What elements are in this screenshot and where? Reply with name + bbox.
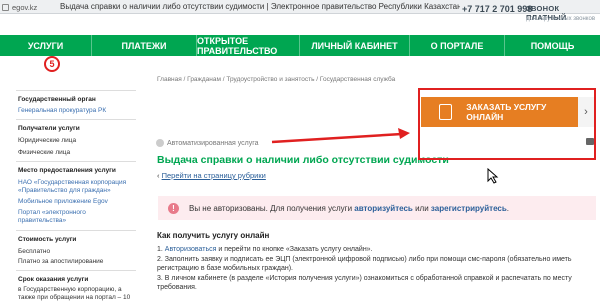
cost-paid: Платно за апостилирование: [18, 258, 104, 265]
site-header: [0, 14, 600, 35]
annotation-step-badge: 5: [44, 56, 60, 72]
place-mobile-app[interactable]: Мобильное приложение Egov: [18, 198, 133, 206]
phone-number: +7 717 2 701 998: [462, 4, 533, 14]
step-1: 1. Авторизоваться и перейти по кнопке «З…: [157, 246, 373, 253]
nav-about-portal[interactable]: О ПОРТАЛЕ: [410, 35, 505, 56]
recipient-individual: Физические лица: [18, 149, 71, 156]
term-text: в Государственную корпорацию, а также пр…: [18, 286, 131, 301]
breadcrumb[interactable]: Главная / Гражданам / Трудоустройство и …: [157, 76, 395, 83]
back-to-category[interactable]: ‹ Перейти на страницу рубрики: [157, 171, 266, 180]
chevron-right-icon: ›: [584, 106, 588, 118]
document-icon: [439, 104, 453, 120]
nav-payments[interactable]: ПЛАТЕЖИ: [92, 35, 197, 56]
step-2: 2. Заполнить заявку и подписать ее ЭЦП (…: [157, 256, 572, 272]
alert-text-part: Вы не авторизованы. Для получения услуги: [189, 203, 353, 213]
order-button-label: ЗАКАЗАТЬ УСЛУГУ ОНЛАЙН: [466, 102, 547, 122]
info-icon: [156, 139, 164, 147]
alert-text-part: или: [415, 203, 429, 213]
cost-free: Бесплатно: [18, 248, 51, 255]
nav-personal-cabinet[interactable]: ЛИЧНЫЙ КАБИНЕТ: [300, 35, 410, 56]
order-service-online-button[interactable]: ЗАКАЗАТЬ УСЛУГУ ОНЛАЙН: [421, 97, 578, 127]
place-heading: Место предоставления услуги: [18, 167, 116, 174]
lock-icon: [2, 3, 9, 11]
auto-service-label: Автоматизированная услуга: [167, 140, 259, 147]
register-link[interactable]: зарегистрируйтесь: [431, 204, 507, 213]
nav-open-government[interactable]: ОТКРЫТОЕ ПРАВИТЕЛЬСТВО: [197, 35, 300, 56]
howto-steps: 1. Авторизоваться и перейти по кнопке «З…: [157, 245, 597, 293]
sidebar: Государственный орган Генеральная прокур…: [0, 90, 140, 302]
alert-text-part: .: [506, 203, 510, 213]
mouse-cursor-icon: [487, 168, 499, 184]
authorize-link[interactable]: Авторизоваться: [165, 246, 217, 253]
cost-heading: Стоимость услуги: [18, 236, 77, 243]
place-gov-corp[interactable]: НАО «Государственная корпорация «Правите…: [18, 179, 133, 195]
chevron-left-icon: ‹: [157, 171, 160, 180]
term-heading: Срок оказания услуги: [18, 276, 89, 283]
howto-heading: Как получить услугу онлайн: [157, 231, 270, 240]
tab-title[interactable]: Выдача справки о наличии либо отсутствии…: [60, 2, 460, 12]
order-chevron-button[interactable]: ›: [578, 97, 594, 127]
phone-sub: для зарубежных звонков: [526, 16, 596, 22]
page-title: Выдача справки о наличии либо отсутствии…: [157, 154, 449, 166]
step-1-text: и перейти по кнопке «Заказать услугу онл…: [218, 246, 373, 253]
recipients-heading: Получатели услуги: [18, 125, 80, 132]
main-nav: УСЛУГИ ПЛАТЕЖИ ОТКРЫТОЕ ПРАВИТЕЛЬСТВО ЛИ…: [0, 35, 600, 56]
step-3: 3. В личном кабинете (в разделе «История…: [157, 275, 572, 291]
nav-services[interactable]: УСЛУГИ: [0, 35, 92, 56]
back-link-label: Перейти на страницу рубрики: [161, 171, 266, 180]
place-portal[interactable]: Портал «электронного правительства»: [18, 209, 133, 225]
alert-text: Вы не авторизованы. Для получения услуги…: [189, 204, 509, 213]
gov-org-link[interactable]: Генеральная прокуратура РК: [18, 107, 133, 115]
print-icon[interactable]: [586, 138, 594, 145]
address-bar[interactable]: egov.kz: [2, 2, 37, 12]
login-link[interactable]: авторизуйтесь: [354, 204, 413, 213]
warning-icon: !: [168, 202, 179, 214]
nav-help[interactable]: ПОМОЩЬ: [505, 35, 600, 56]
gov-org-heading: Государственный орган: [18, 96, 96, 103]
recipient-legal: Юридические лица: [18, 137, 77, 144]
url-domain: egov.kz: [12, 2, 38, 12]
annotation-arrow-icon: [271, 128, 410, 144]
auth-alert: ! Вы не авторизованы. Для получения услу…: [158, 196, 596, 220]
